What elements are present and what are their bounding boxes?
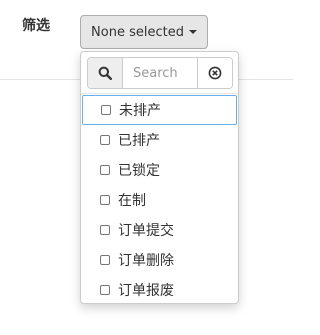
option-item[interactable]: 已锁定 [81,155,238,185]
search-icon [88,58,123,88]
option-item[interactable]: 订单提交 [81,215,238,245]
option-item[interactable]: 未排产 [82,95,237,125]
multiselect-toggle-label: None selected [91,24,184,40]
clear-search-button[interactable] [197,58,232,88]
option-checkbox[interactable] [100,165,110,175]
clear-circle-icon [208,66,222,80]
menu-divider [81,93,238,94]
option-label: 未排产 [119,103,161,119]
option-item[interactable]: 订单报废 [81,275,238,305]
option-label: 已排产 [118,133,160,149]
option-label: 订单提交 [118,223,174,239]
search-group [87,57,233,89]
option-label: 已锁定 [118,163,160,179]
filter-label: 筛选 [22,18,50,34]
option-label: 订单删除 [118,253,174,269]
option-checkbox[interactable] [100,255,110,265]
option-item[interactable]: 订单删除 [81,245,238,275]
option-label: 在制 [118,193,146,209]
option-checkbox[interactable] [100,225,110,235]
options-list: 未排产 已排产 已锁定 在制 订单提交 订单删除 订单报废 [81,95,238,305]
caret-down-icon [188,30,197,34]
search-input[interactable] [123,58,197,88]
multiselect-toggle-button[interactable]: None selected [80,15,208,49]
option-item[interactable]: 在制 [81,185,238,215]
option-checkbox[interactable] [100,135,110,145]
multiselect-dropdown-menu: 未排产 已排产 已锁定 在制 订单提交 订单删除 订单报废 [80,51,239,304]
option-checkbox[interactable] [100,285,110,295]
option-checkbox[interactable] [100,195,110,205]
option-checkbox[interactable] [101,105,111,115]
option-item[interactable]: 已排产 [81,125,238,155]
option-label: 订单报废 [118,283,174,299]
